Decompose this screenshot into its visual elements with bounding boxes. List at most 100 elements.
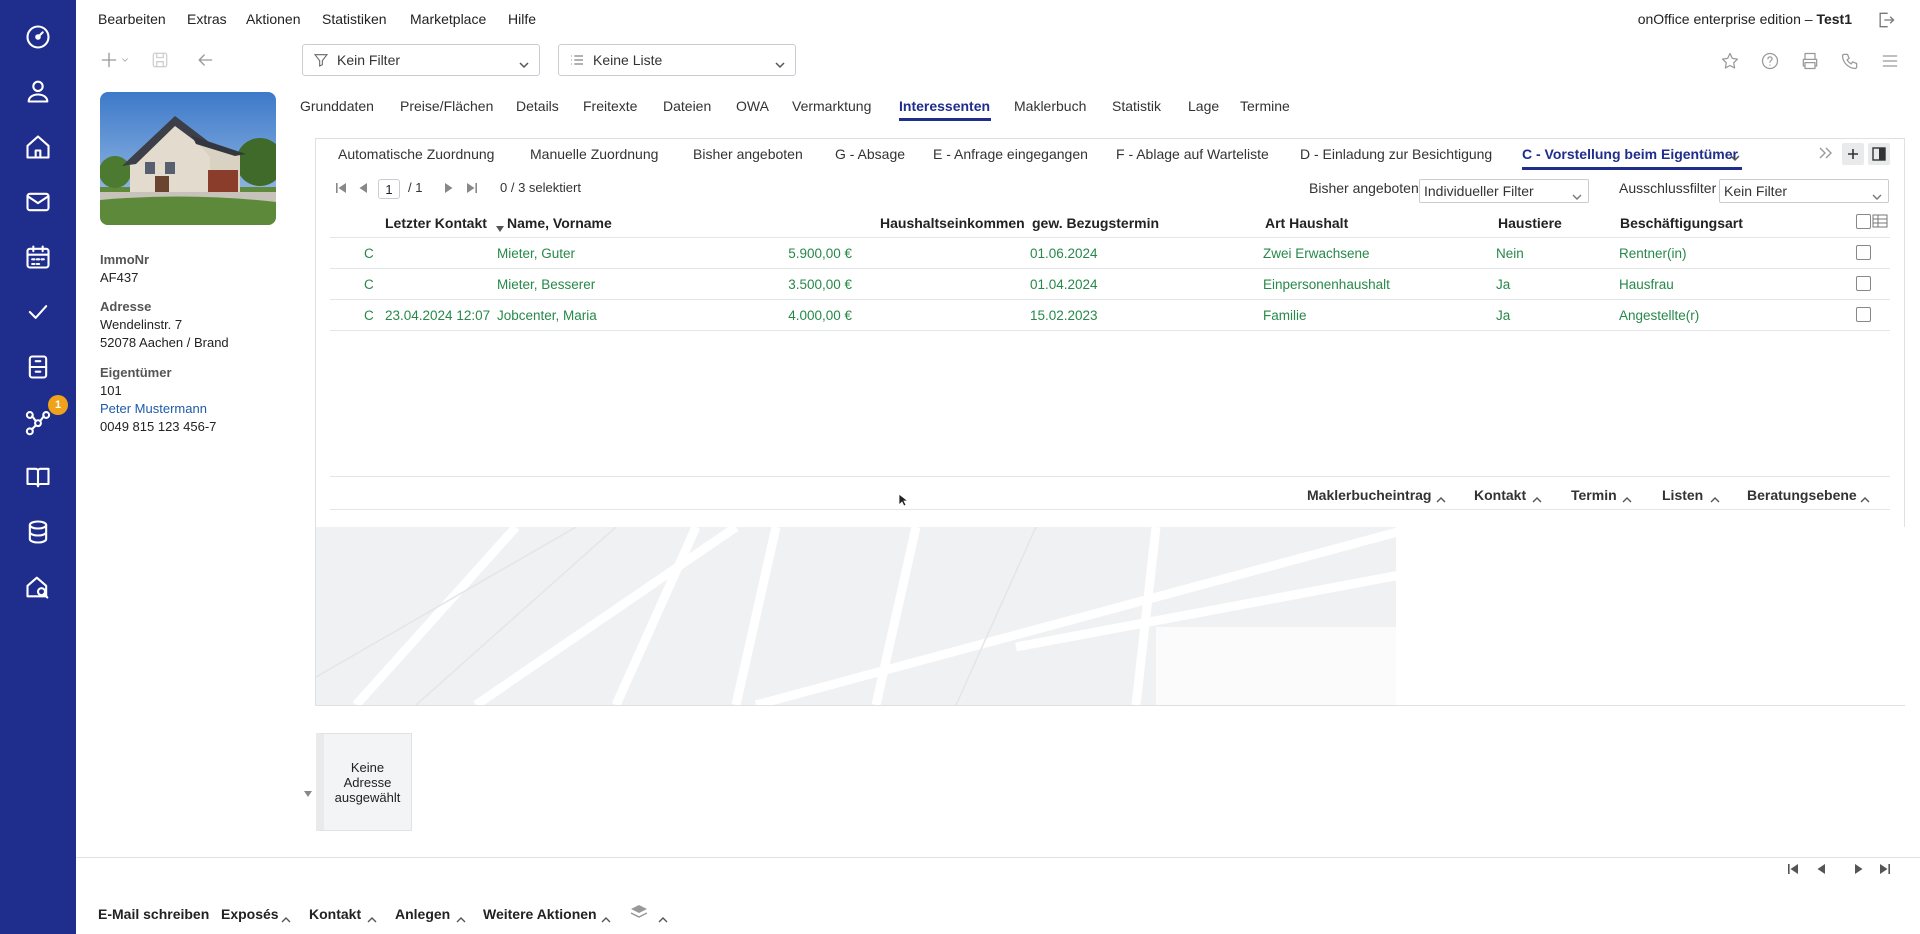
table-row[interactable]: C Mieter, Besserer 3.500,00 € 01.04.2024…: [330, 269, 1890, 300]
menu-extras[interactable]: Extras: [187, 11, 227, 27]
subtab-e-anfrage[interactable]: E - Anfrage eingegangen: [933, 146, 1088, 162]
header-beschaeftigungsart[interactable]: Beschäftigungsart: [1620, 215, 1743, 231]
logout-icon[interactable]: [1876, 10, 1896, 30]
save-icon[interactable]: [148, 48, 172, 72]
menu-hilfe[interactable]: Hilfe: [508, 11, 536, 27]
home-icon[interactable]: [19, 128, 57, 166]
tab-maklerbuch[interactable]: Maklerbuch: [1014, 98, 1086, 114]
layout-toggle-icon[interactable]: [1868, 143, 1890, 165]
collapse-triangle-icon[interactable]: [304, 784, 312, 800]
user-name[interactable]: Test1: [1816, 11, 1852, 27]
back-arrow-icon[interactable]: [193, 48, 217, 72]
menu-statistiken[interactable]: Statistiken: [322, 11, 387, 27]
kontakt-button[interactable]: Kontakt: [309, 906, 361, 922]
chevron-up-icon[interactable]: [456, 910, 466, 923]
chevron-up-icon[interactable]: [367, 910, 377, 923]
help-icon[interactable]: [1760, 51, 1782, 73]
column-settings-icon[interactable]: [1872, 214, 1888, 231]
chevron-up-icon[interactable]: [1710, 490, 1720, 503]
header-name[interactable]: Name, Vorname: [507, 215, 612, 231]
subtab-g-absage[interactable]: G - Absage: [835, 146, 905, 162]
menu-aktionen[interactable]: Aktionen: [246, 11, 300, 27]
chevron-up-icon[interactable]: [1860, 490, 1870, 503]
phone-icon[interactable]: [1840, 51, 1862, 73]
email-schreiben-button[interactable]: E-Mail schreiben: [98, 906, 209, 922]
tab-preise-flaechen[interactable]: Preise/Flächen: [400, 98, 493, 114]
first-record-icon[interactable]: [1786, 862, 1802, 878]
chevron-up-icon[interactable]: [1622, 490, 1632, 503]
row-name[interactable]: Mieter, Guter: [497, 246, 575, 261]
tab-statistik[interactable]: Statistik: [1112, 98, 1161, 114]
layers-icon[interactable]: [630, 904, 648, 923]
add-dropdown-chevron-icon[interactable]: [118, 48, 132, 72]
property-search-icon[interactable]: [19, 568, 57, 606]
chevron-up-icon[interactable]: [601, 910, 611, 923]
filter-select[interactable]: Kein Filter: [302, 44, 540, 76]
sort-desc-icon[interactable]: [495, 220, 505, 236]
beratungsebene-button[interactable]: Beratungsebene: [1747, 487, 1857, 503]
tab-termine[interactable]: Termine: [1240, 98, 1290, 114]
subtab-f-ablage[interactable]: F - Ablage auf Warteliste: [1116, 146, 1269, 162]
chevron-down-icon[interactable]: [1730, 149, 1740, 165]
exposes-button[interactable]: Exposés: [221, 906, 279, 922]
last-record-icon[interactable]: [1878, 862, 1894, 878]
add-tab-icon[interactable]: [1842, 143, 1864, 165]
header-bezugstermin[interactable]: gew. Bezugstermin: [1032, 215, 1159, 231]
first-page-icon[interactable]: [334, 181, 348, 197]
header-art-haushalt[interactable]: Art Haushalt: [1265, 215, 1348, 231]
tab-interessenten[interactable]: Interessenten: [899, 98, 990, 114]
tab-details[interactable]: Details: [516, 98, 559, 114]
anlegen-button[interactable]: Anlegen: [395, 906, 450, 922]
header-letzter-kontakt[interactable]: Letzter Kontakt: [385, 215, 487, 231]
prev-page-icon[interactable]: [356, 181, 370, 197]
list-select[interactable]: Keine Liste: [558, 44, 796, 76]
termin-action-button[interactable]: Termin: [1571, 487, 1617, 503]
tab-grunddaten[interactable]: Grunddaten: [300, 98, 374, 114]
listen-action-button[interactable]: Listen: [1662, 487, 1703, 503]
table-row[interactable]: C 23.04.2024 12:07 Jobcenter, Maria 4.00…: [330, 300, 1890, 331]
mail-icon[interactable]: [19, 183, 57, 221]
next-page-icon[interactable]: [442, 181, 456, 197]
kontakt-action-button[interactable]: Kontakt: [1474, 487, 1526, 503]
subtab-bisher-angeboten[interactable]: Bisher angeboten: [693, 146, 803, 162]
subtab-c-vorstellung[interactable]: C - Vorstellung beim Eigentümer: [1522, 146, 1738, 162]
tab-lage[interactable]: Lage: [1188, 98, 1219, 114]
header-haustiere[interactable]: Haustiere: [1498, 215, 1562, 231]
chevron-up-icon[interactable]: [1436, 490, 1446, 503]
star-icon[interactable]: [1720, 51, 1742, 73]
dashboard-icon[interactable]: [19, 18, 57, 56]
row-checkbox[interactable]: [1856, 276, 1871, 291]
menu-bearbeiten[interactable]: Bearbeiten: [98, 11, 166, 27]
book-icon[interactable]: [19, 458, 57, 496]
header-haushaltseinkommen[interactable]: Haushaltseinkommen: [880, 215, 1025, 231]
tab-vermarktung[interactable]: Vermarktung: [792, 98, 871, 114]
weitere-aktionen-button[interactable]: Weitere Aktionen: [483, 906, 597, 922]
ausschlussfilter-select[interactable]: Kein Filter: [1719, 179, 1889, 203]
tab-owa[interactable]: OWA: [736, 98, 769, 114]
select-all-checkbox[interactable]: [1856, 214, 1871, 229]
next-record-icon[interactable]: [1852, 862, 1868, 878]
prev-record-icon[interactable]: [1814, 862, 1830, 878]
map-area[interactable]: [316, 527, 1656, 705]
double-chevron-right-icon[interactable]: [1818, 146, 1834, 163]
last-page-icon[interactable]: [465, 181, 479, 197]
bisher-angeboten-select[interactable]: Individueller Filter: [1419, 179, 1589, 203]
hamburger-menu-icon[interactable]: [1880, 51, 1902, 73]
subtab-automatische-zuordnung[interactable]: Automatische Zuordnung: [338, 146, 494, 162]
owner-name-link[interactable]: Peter Mustermann: [100, 401, 207, 416]
tab-freitexte[interactable]: Freitexte: [583, 98, 637, 114]
subtab-d-einladung[interactable]: D - Einladung zur Besichtigung: [1300, 146, 1492, 162]
row-checkbox[interactable]: [1856, 307, 1871, 322]
row-name[interactable]: Mieter, Besserer: [497, 277, 595, 292]
chevron-up-icon[interactable]: [281, 910, 291, 923]
check-icon[interactable]: [19, 293, 57, 331]
tab-dateien[interactable]: Dateien: [663, 98, 711, 114]
table-row[interactable]: C Mieter, Guter 5.900,00 € 01.06.2024 Zw…: [330, 238, 1890, 269]
page-input[interactable]: 1: [378, 179, 400, 199]
subtab-manuelle-zuordnung[interactable]: Manuelle Zuordnung: [530, 146, 658, 162]
menu-marketplace[interactable]: Marketplace: [410, 11, 486, 27]
row-name[interactable]: Jobcenter, Maria: [497, 308, 597, 323]
row-checkbox[interactable]: [1856, 245, 1871, 260]
database-icon[interactable]: [19, 513, 57, 551]
maklerbucheintrag-button[interactable]: Maklerbucheintrag: [1307, 487, 1431, 503]
